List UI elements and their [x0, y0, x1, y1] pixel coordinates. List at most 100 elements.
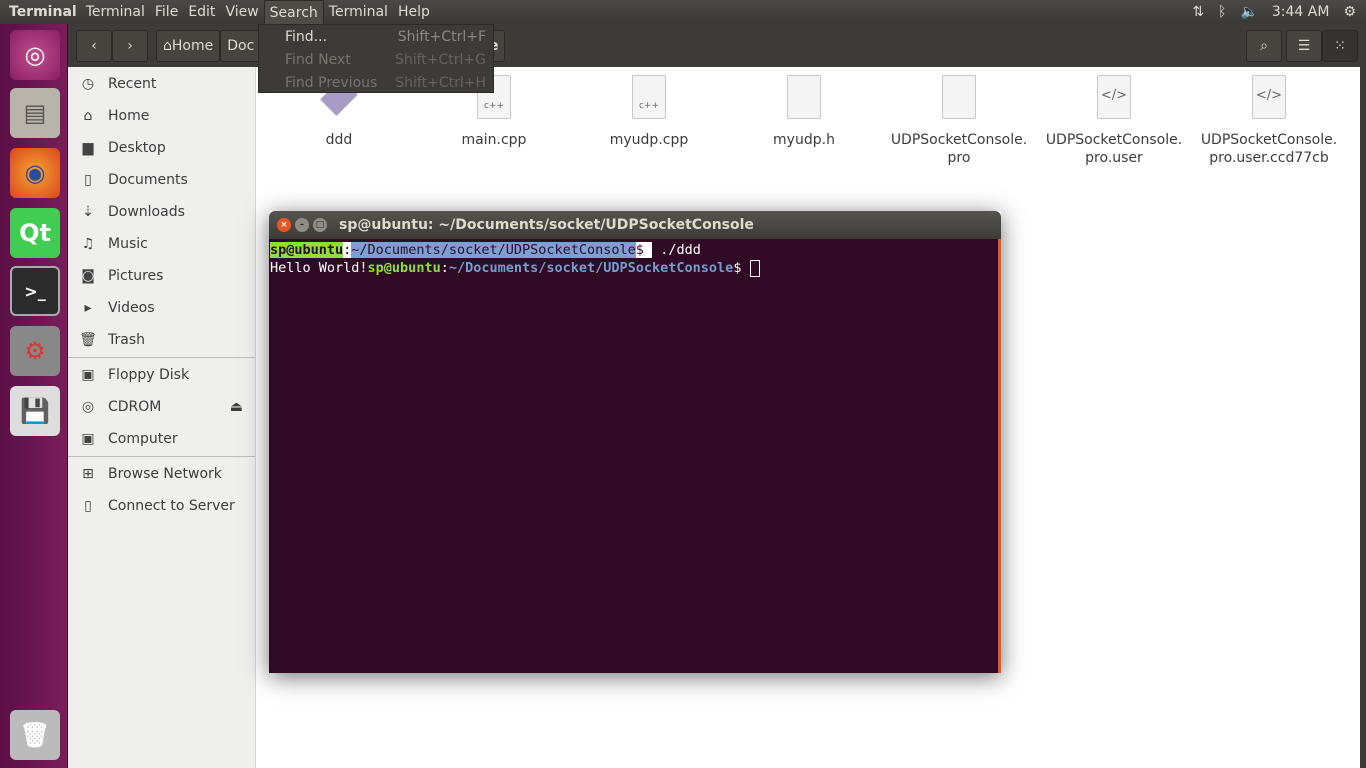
- file-item[interactable]: UDPSocketConsole. pro: [884, 75, 1034, 167]
- sidebar-item-trash[interactable]: 🗑 Trash: [68, 324, 255, 356]
- terminal-output[interactable]: sp@ubuntu:~/Documents/socket/UDPSocketCo…: [269, 239, 1001, 673]
- divider: [68, 456, 255, 457]
- video-icon: ▸: [84, 300, 92, 316]
- terminal-icon[interactable]: >_: [10, 266, 60, 316]
- sidebar-item-desktop[interactable]: ▆ Desktop: [68, 132, 255, 164]
- file-name: UDPSocketConsole. pro.user: [1045, 132, 1183, 166]
- bluetooth-icon[interactable]: ᛒ: [1218, 4, 1226, 20]
- clock[interactable]: 3:44 AM: [1272, 4, 1330, 20]
- download-icon: ⇣: [82, 204, 94, 220]
- server-icon: ▯: [84, 498, 92, 514]
- terminal-titlebar[interactable]: × – □ sp@ubuntu: ~/Documents/socket/UDPS…: [269, 211, 1001, 239]
- maximize-icon[interactable]: □: [313, 218, 327, 232]
- power-gear-icon[interactable]: ⚙: [1343, 4, 1356, 20]
- menu-item-label: Find Next: [285, 51, 351, 68]
- file-name: UDPSocketConsole. pro.user.ccd77cb: [1200, 132, 1338, 166]
- menu-edit[interactable]: Edit: [183, 0, 220, 24]
- cdrom-icon: ◎: [81, 399, 95, 415]
- launcher: ◎ ▤ ◉ Qt >_ ⚙ 💾 🗑: [0, 24, 68, 768]
- floppy-icon[interactable]: 💾: [10, 386, 60, 436]
- minimize-icon[interactable]: –: [295, 218, 309, 232]
- list-icon: ☰: [1297, 37, 1311, 54]
- command: ./ddd: [660, 242, 701, 258]
- file-item[interactable]: c++ myudp.cpp: [574, 75, 724, 149]
- sidebar-item-documents[interactable]: ▯ Documents: [68, 164, 255, 196]
- sidebar-item-browse-network[interactable]: ⊞ Browse Network: [68, 458, 255, 490]
- shortcut: Shift+Ctrl+F: [397, 28, 486, 45]
- file-badge: c++: [483, 101, 505, 111]
- document-icon: ▯: [84, 172, 92, 188]
- ubuntu-dash-icon[interactable]: ◎: [10, 30, 60, 80]
- search-button[interactable]: ⌕: [1246, 29, 1282, 62]
- file-item[interactable]: </> UDPSocketConsole. pro.user: [1039, 75, 1189, 167]
- sidebar-item-label: Connect to Server: [108, 498, 235, 514]
- sidebar-item-label: Music: [108, 236, 148, 252]
- sidebar-item-label: Pictures: [108, 268, 164, 284]
- prompt-path: ~/Documents/socket/UDPSocketConsole: [448, 260, 734, 276]
- sidebar-item-home[interactable]: ⌂ Home: [68, 100, 255, 132]
- sidebar-item-label: Trash: [108, 332, 145, 348]
- prompt-user: sp@ubuntu: [270, 242, 344, 258]
- menu-search[interactable]: Search: [263, 0, 324, 24]
- window-title: sp@ubuntu: ~/Documents/socket/UDPSocketC…: [339, 217, 754, 233]
- sidebar-item-connect-server[interactable]: ▯ Connect to Server: [68, 490, 255, 522]
- files-icon[interactable]: ▤: [10, 88, 60, 138]
- program-output: Hello World!: [270, 260, 368, 276]
- file-badge: </>: [1100, 87, 1128, 103]
- prompt-path: ~/Documents/socket/UDPSocketConsole: [351, 242, 636, 258]
- search-menu: Find... Shift+Ctrl+F Find Next Shift+Ctrl+…: [258, 24, 494, 93]
- volume-icon[interactable]: 🔈: [1240, 4, 1257, 20]
- text-file-icon: [942, 75, 976, 119]
- file-badge: </>: [1255, 87, 1283, 103]
- breadcrumb-home[interactable]: ⌂ Home: [156, 29, 221, 62]
- menu-terminal-2[interactable]: Terminal: [324, 0, 393, 24]
- grid-icon: ⁙: [1334, 37, 1346, 54]
- firefox-icon[interactable]: ◉: [10, 148, 60, 198]
- sidebar-item-label: Videos: [108, 300, 155, 316]
- qt-creator-icon[interactable]: Qt: [10, 208, 60, 258]
- forward-button[interactable]: ›: [112, 29, 148, 62]
- back-button[interactable]: ‹: [76, 29, 112, 62]
- menu-terminal[interactable]: Terminal: [81, 0, 150, 24]
- qt-label: Qt: [19, 219, 51, 247]
- file-name: ddd: [325, 132, 353, 148]
- network-arrows-icon[interactable]: ⇅: [1192, 4, 1204, 20]
- sidebar-item-label: Downloads: [108, 204, 185, 220]
- menu-file[interactable]: File: [150, 0, 183, 24]
- trash-icon[interactable]: 🗑: [10, 710, 60, 760]
- close-icon[interactable]: ×: [277, 218, 291, 232]
- sidebar-item-pictures[interactable]: ◙ Pictures: [68, 260, 255, 292]
- sidebar-item-computer[interactable]: ▣ Computer: [68, 423, 255, 455]
- menu-help[interactable]: Help: [393, 0, 435, 24]
- xml-file-icon: </>: [1097, 75, 1131, 119]
- trash-icon: 🗑: [79, 332, 97, 348]
- sidebar-item-cdrom[interactable]: ◎ CDROM ⏏: [68, 391, 255, 423]
- sidebar-item-floppy[interactable]: ▣ Floppy Disk: [68, 359, 255, 391]
- menu-item-find[interactable]: Find... Shift+Ctrl+F: [259, 25, 493, 48]
- cpp-file-icon: c++: [632, 75, 666, 119]
- sidebar-item-downloads[interactable]: ⇣ Downloads: [68, 196, 255, 228]
- file-item[interactable]: myudp.h: [729, 75, 879, 149]
- file-item[interactable]: </> UDPSocketConsole. pro.user.ccd77cb: [1194, 75, 1344, 167]
- sidebar-item-label: CDROM: [108, 399, 162, 415]
- terminal-window: × – □ sp@ubuntu: ~/Documents/socket/UDPS…: [269, 211, 1001, 673]
- menu-view[interactable]: View: [220, 0, 263, 24]
- sidebar-item-recent[interactable]: ◷ Recent: [68, 68, 255, 100]
- sidebar-item-music[interactable]: ♫ Music: [68, 228, 255, 260]
- system-settings-icon[interactable]: ⚙: [10, 326, 60, 376]
- sidebar-item-label: Documents: [108, 172, 188, 188]
- menu-item-label: Find...: [285, 28, 328, 45]
- breadcrumb-documents[interactable]: Doc: [220, 29, 261, 62]
- sidebar-item-label: Browse Network: [108, 466, 222, 482]
- shortcut: Shift+Ctrl+H: [395, 74, 486, 91]
- floppy-icon: ▣: [81, 367, 95, 383]
- sidebar-item-videos[interactable]: ▸ Videos: [68, 292, 255, 324]
- top-panel: Terminal Terminal File Edit View Search …: [0, 0, 1366, 24]
- grid-view-button[interactable]: ⁙: [1322, 29, 1358, 62]
- home-icon: ⌂: [83, 108, 93, 124]
- list-view-button[interactable]: ☰: [1286, 29, 1322, 62]
- search-icon: ⌕: [1260, 37, 1268, 54]
- eject-icon[interactable]: ⏏: [230, 399, 243, 415]
- computer-icon: ▣: [81, 431, 95, 447]
- prompt-user: sp@ubuntu: [367, 260, 441, 276]
